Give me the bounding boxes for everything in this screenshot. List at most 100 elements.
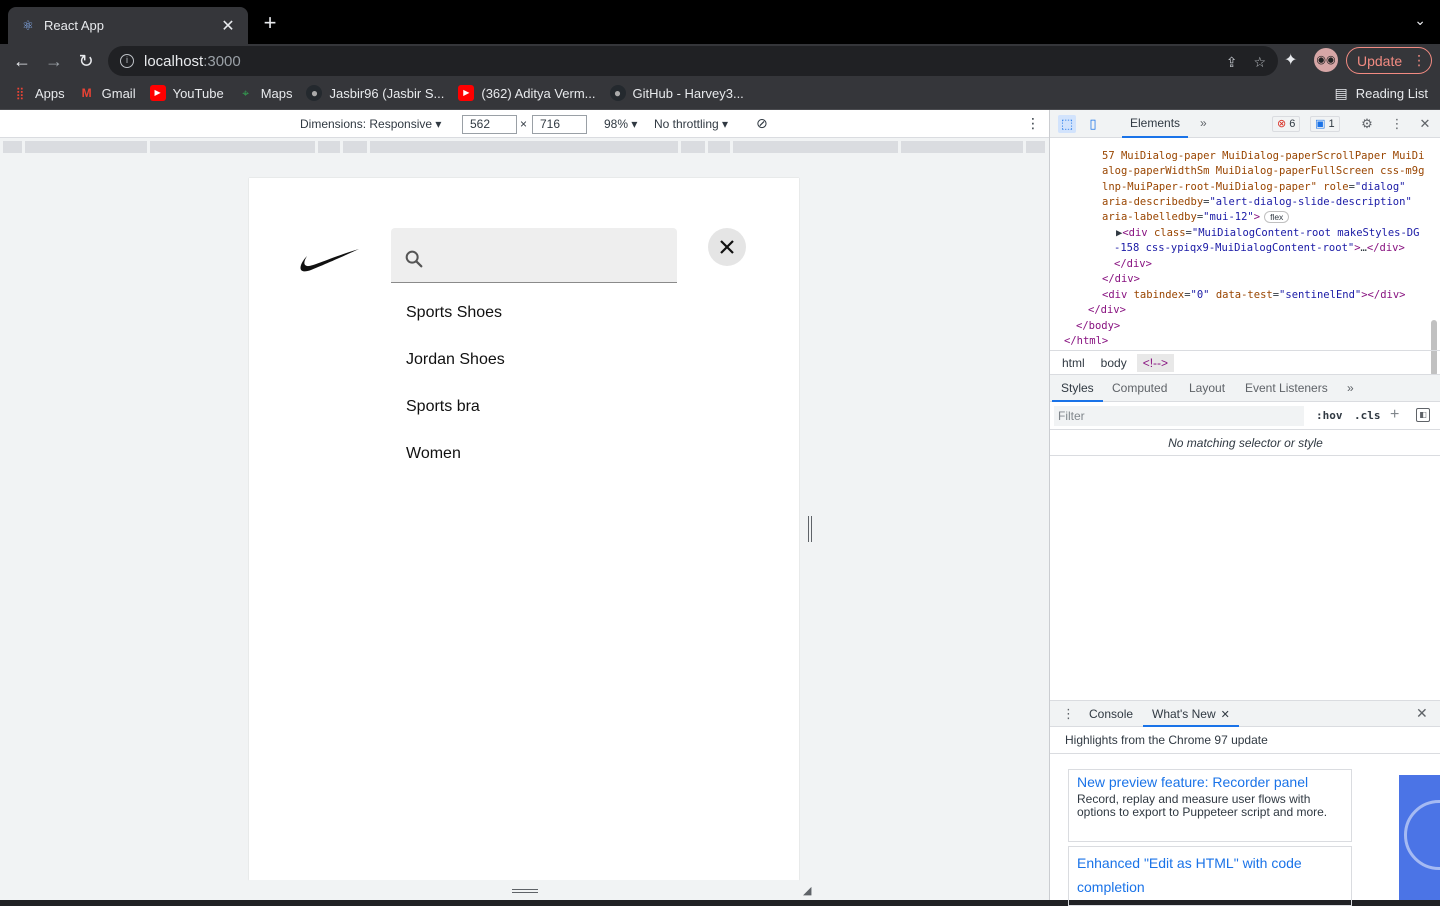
dom-node-line[interactable]: aria-labelledby="mui-12"> flex <box>1102 211 1290 223</box>
close-dialog-button[interactable] <box>708 228 746 266</box>
dom-tree[interactable]: 57 MuiDialog-paper MuiDialog-paperScroll… <box>1050 138 1440 350</box>
more-tabs-icon[interactable]: » <box>1338 375 1363 402</box>
message-count-badge[interactable]: ▣ 1 <box>1310 116 1340 132</box>
resize-corner-icon[interactable]: ◢ <box>803 884 815 897</box>
new-rule-plus-icon[interactable]: + <box>1390 406 1399 424</box>
tab-layout[interactable]: Layout <box>1180 375 1234 402</box>
dom-node-line[interactable]: </div> <box>1088 304 1126 316</box>
github-icon: ● <box>609 85 626 101</box>
suggestion-item[interactable]: Sports Shoes <box>406 299 505 346</box>
suggestion-list: Sports Shoes Jordan Shoes Sports bra Wom… <box>406 299 505 487</box>
bookmark-github-harvey[interactable]: ● GitHub - Harvey3... <box>609 85 744 101</box>
settings-gear-icon[interactable]: ⚙ <box>1358 115 1376 133</box>
toggle-sidebar-icon[interactable]: ◧ <box>1416 408 1430 422</box>
dom-node-line[interactable]: -158 css-ypiqx9-MuiDialogContent-root">…… <box>1114 242 1405 254</box>
new-tab-icon[interactable]: + <box>258 10 282 36</box>
drawer-menu-icon[interactable]: ⋮ <box>1062 706 1075 722</box>
more-vert-icon: ⋮ <box>1412 52 1427 68</box>
reload-icon[interactable]: ↻ <box>74 49 98 73</box>
tab-computed[interactable]: Computed <box>1103 375 1176 402</box>
styles-filter-input[interactable]: Filter <box>1054 406 1304 426</box>
whats-new-card[interactable]: Enhanced "Edit as HTML" with code comple… <box>1068 846 1352 906</box>
back-arrow-icon[interactable]: ← <box>10 49 34 73</box>
extensions-puzzle-icon[interactable]: ✦ <box>1284 50 1297 70</box>
styles-filter-bar: Filter :hov .cls + ◧ <box>1050 402 1440 430</box>
bookmark-jasbir[interactable]: ● Jasbir96 (Jasbir S... <box>306 85 444 101</box>
profile-avatar[interactable]: ◉◉ <box>1314 48 1338 72</box>
tab-elements[interactable]: Elements <box>1122 110 1189 138</box>
browser-tab[interactable]: ⚛ React App ✕ <box>8 7 248 44</box>
bookmarks-bar: ⣿ Apps M Gmail ▶ YouTube ⌖ Maps ● Jasbir96 (J… <box>0 77 1440 110</box>
dom-node-line[interactable]: </div> <box>1114 258 1152 270</box>
search-field[interactable] <box>391 228 677 283</box>
whats-new-card[interactable]: New preview feature: Recorder panel Reco… <box>1068 769 1352 842</box>
feature-thumbnail <box>1399 775 1440 900</box>
more-tabs-icon[interactable]: » <box>1200 116 1207 130</box>
media-query-ruler[interactable] <box>0 138 1049 156</box>
forward-arrow-icon[interactable]: → <box>42 49 66 73</box>
dom-node-line[interactable]: <div tabindex="0" data-test="sentinelEnd… <box>1102 289 1406 301</box>
crumb-html[interactable]: html <box>1056 354 1091 372</box>
suggestion-item[interactable]: Women <box>406 440 505 487</box>
dom-node-line[interactable]: </html> <box>1064 335 1108 347</box>
resize-handle-bottom[interactable] <box>512 889 538 893</box>
rotate-icon[interactable]: ⊘ <box>756 115 768 132</box>
device-toggle-icon[interactable]: ▯ <box>1084 115 1102 133</box>
close-devtools-icon[interactable]: ✕ <box>1416 115 1434 133</box>
hov-toggle[interactable]: :hov <box>1316 409 1343 422</box>
address-bar[interactable]: i localhost:3000 ⇪ ☆ <box>108 46 1278 76</box>
browser-tab-strip: ⚛ React App ✕ + ⌄ <box>0 0 1440 44</box>
dom-node-line[interactable]: ▶<div class="MuiDialogContent-root makeS… <box>1116 227 1419 239</box>
bookmark-maps[interactable]: ⌖ Maps <box>238 85 292 101</box>
height-input[interactable]: 716 <box>532 115 587 134</box>
bookmark-aditya[interactable]: ▶ (362) Aditya Verm... <box>458 85 596 101</box>
close-tab-icon[interactable]: ✕ <box>1221 709 1230 721</box>
dom-node-line[interactable]: 57 MuiDialog-paper MuiDialog-paperScroll… <box>1102 150 1424 162</box>
close-tab-icon[interactable]: ✕ <box>220 16 236 36</box>
width-input[interactable]: 562 <box>462 115 517 134</box>
dom-node-line[interactable]: </body> <box>1076 320 1120 332</box>
suggestion-item[interactable]: Jordan Shoes <box>406 346 505 393</box>
bookmark-gmail[interactable]: M Gmail <box>79 85 136 101</box>
zoom-dropdown[interactable]: 98% ▾ <box>604 117 637 131</box>
throttling-dropdown[interactable]: No throttling ▾ <box>654 117 728 131</box>
resize-handle-right[interactable] <box>808 516 812 542</box>
search-dialog: Sports Shoes Jordan Shoes Sports bra Wom… <box>249 178 799 880</box>
cls-toggle[interactable]: .cls <box>1354 409 1381 422</box>
bookmark-apps[interactable]: ⣿ Apps <box>12 85 65 101</box>
update-button[interactable]: Update ⋮ <box>1346 47 1432 74</box>
inspect-element-icon[interactable]: ⬚ <box>1058 115 1076 133</box>
bookmark-star-icon[interactable]: ☆ <box>1253 54 1266 71</box>
devtools-panel: ⬚ ▯ Elements » ⊗ 6 ▣ 1 ⚙ ⋮ ✕ 57 MuiDialo… <box>1049 110 1440 906</box>
dom-node-line[interactable]: lnp-MuiPaper-root-MuiDialog-paper" role=… <box>1102 181 1405 193</box>
share-icon[interactable]: ⇪ <box>1226 54 1238 71</box>
dimensions-dropdown[interactable]: Dimensions: Responsive ▾ <box>300 117 441 131</box>
card-title[interactable]: Enhanced "Edit as HTML" with code comple… <box>1077 851 1343 899</box>
card-title[interactable]: New preview feature: Recorder panel <box>1077 774 1343 791</box>
error-count-badge[interactable]: ⊗ 6 <box>1272 116 1301 132</box>
site-info-icon[interactable]: i <box>120 54 134 68</box>
tab-event-listeners[interactable]: Event Listeners <box>1236 375 1337 402</box>
react-icon: ⚛ <box>22 17 34 33</box>
tab-whats-new[interactable]: What's New ✕ <box>1143 701 1239 727</box>
flex-badge[interactable]: flex <box>1264 211 1290 223</box>
whats-new-heading: Highlights from the Chrome 97 update <box>1050 727 1440 754</box>
more-vert-icon[interactable]: ⋮ <box>1388 115 1406 133</box>
tab-search-chevron-icon[interactable]: ⌄ <box>1414 12 1426 29</box>
dom-node-line[interactable]: alog-paperWidthSm MuiDialog-paperFullScr… <box>1102 165 1424 177</box>
message-icon: ▣ <box>1315 118 1326 130</box>
close-drawer-icon[interactable]: ✕ <box>1416 705 1428 722</box>
tab-styles[interactable]: Styles <box>1052 375 1103 402</box>
github-icon: ● <box>306 85 323 101</box>
dom-node-line[interactable]: aria-describedby="alert-dialog-slide-des… <box>1102 196 1412 208</box>
more-options-icon[interactable]: ⋮ <box>1026 115 1040 132</box>
dom-node-line[interactable]: </div> <box>1102 273 1140 285</box>
crumb-body[interactable]: body <box>1095 354 1133 372</box>
search-input[interactable] <box>433 240 663 272</box>
reading-list[interactable]: ▤ Reading List <box>1334 85 1428 102</box>
tab-console[interactable]: Console <box>1080 701 1142 727</box>
crumb-comment[interactable]: <!--> <box>1136 353 1175 372</box>
youtube-icon: ▶ <box>458 85 475 101</box>
bookmark-youtube[interactable]: ▶ YouTube <box>149 85 224 101</box>
suggestion-item[interactable]: Sports bra <box>406 393 505 440</box>
